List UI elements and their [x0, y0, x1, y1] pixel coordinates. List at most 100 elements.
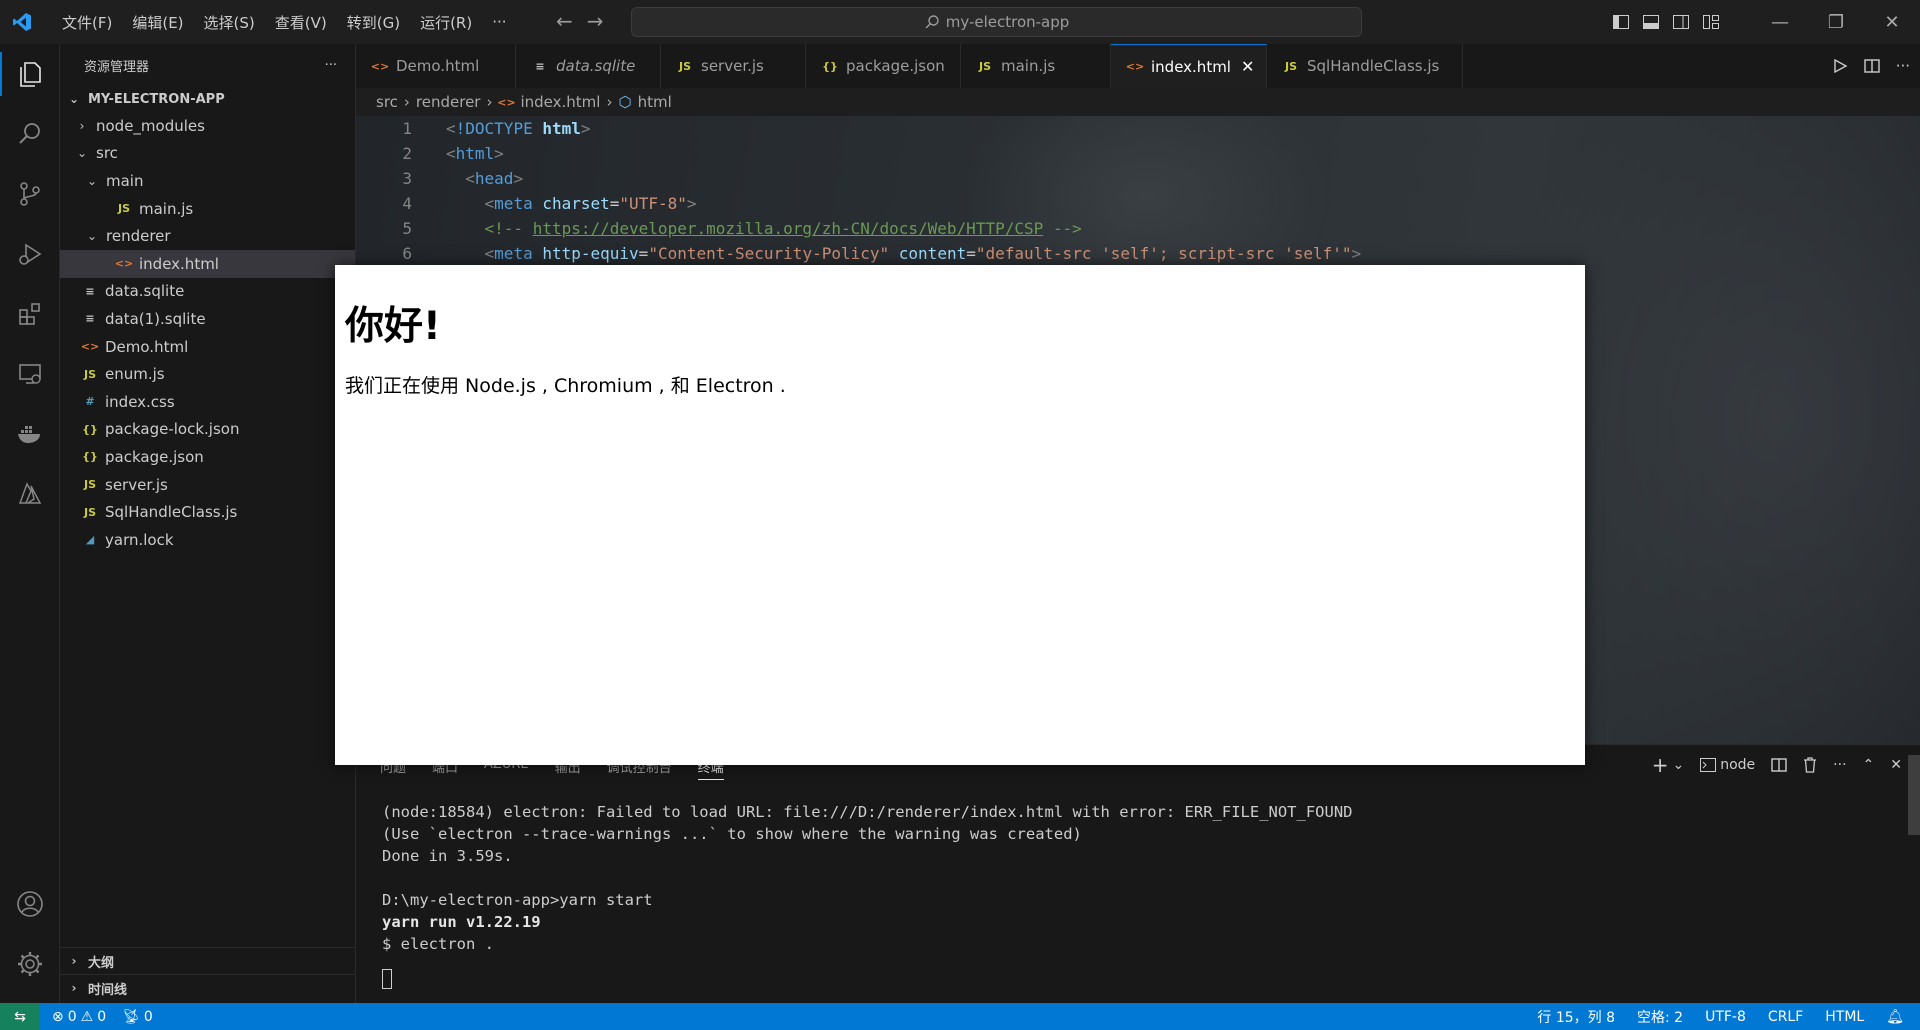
ports-indicator[interactable]: 📡︎ 0	[122, 1009, 153, 1025]
outline-section[interactable]: › 大纲	[60, 947, 356, 974]
tree-item-data1-sqlite[interactable]: ≡ data(1).sqlite	[60, 305, 355, 333]
chevron-down-icon[interactable]: ⌄	[1672, 757, 1684, 773]
error-count: 0	[67, 1008, 77, 1025]
tree-item-enum-js[interactable]: JS enum.js	[60, 360, 355, 388]
trash-icon[interactable]	[1803, 757, 1817, 773]
breadcrumb: src › renderer › <> index.html › ⬡ html	[356, 88, 1920, 116]
explorer-icon[interactable]	[0, 44, 60, 104]
tab-sqlhandleclass-js[interactable]: JS SqlHandleClass.js	[1267, 44, 1463, 88]
tab-server-js[interactable]: JS server.js	[661, 44, 806, 88]
more-actions-icon[interactable]: ···	[1833, 757, 1846, 773]
command-center-search[interactable]: my-electron-app	[631, 7, 1362, 37]
docker-icon[interactable]	[0, 404, 60, 464]
toggle-primary-sidebar-icon[interactable]	[1606, 0, 1636, 44]
explorer-more-button[interactable]: ···	[325, 58, 337, 73]
breadcrumb-html[interactable]: html	[638, 93, 672, 111]
outline-label: 大纲	[88, 955, 115, 971]
tab-data-sqlite[interactable]: ≡ data.sqlite	[516, 44, 661, 88]
end-of-line[interactable]: CRLF	[1768, 1009, 1803, 1025]
back-arrow-icon[interactable]: ←	[556, 9, 573, 33]
restore-icon[interactable]: ❐	[1808, 0, 1864, 44]
warning-icon: ⚠	[80, 1008, 94, 1025]
tree-item-index-html[interactable]: <> index.html	[60, 249, 355, 278]
run-debug-icon[interactable]	[0, 224, 60, 284]
yarn-file-icon: ◢	[85, 533, 95, 547]
split-terminal-icon[interactable]	[1771, 757, 1787, 773]
new-terminal-icon[interactable]: +	[1652, 753, 1669, 777]
indentation[interactable]: 空格: 2	[1637, 1007, 1683, 1027]
remote-indicator[interactable]: ⇆	[0, 1003, 40, 1030]
close-window-icon[interactable]: ✕	[1864, 0, 1920, 44]
css-file-icon: #	[85, 395, 95, 409]
tree-item-main-js[interactable]: JS main.js	[60, 195, 355, 223]
settings-gear-icon[interactable]	[0, 934, 60, 994]
menu-view[interactable]: 查看(V)	[265, 12, 337, 33]
breadcrumb-index-html[interactable]: index.html	[520, 93, 600, 111]
problems-indicator[interactable]: ⊗ 0 ⚠ 0	[52, 1009, 106, 1025]
close-panel-icon[interactable]: ✕	[1890, 757, 1902, 773]
tree-item-package-lock-json[interactable]: {} package-lock.json	[60, 416, 355, 444]
tree-item-data-sqlite[interactable]: ≡ data.sqlite	[60, 278, 355, 306]
tab-demo-html[interactable]: <> Demo.html	[356, 44, 516, 88]
terminal-selector[interactable]: node	[1700, 757, 1755, 773]
menu-more[interactable]: ···	[482, 13, 516, 31]
source-control-icon[interactable]	[0, 164, 60, 224]
notifications-bell-icon[interactable]: 🔔︎	[1886, 1009, 1904, 1025]
minimize-icon[interactable]: —	[1752, 0, 1808, 44]
code-editor[interactable]: 1 <!DOCTYPE html> 2 <html> 3 <head> 4 <met…	[356, 116, 1920, 266]
maximize-panel-icon[interactable]: ⌃	[1863, 757, 1875, 773]
tree-item-node-modules[interactable]: › node_modules	[60, 112, 355, 140]
tree-item-index-css[interactable]: # index.css	[60, 388, 355, 416]
toggle-secondary-sidebar-icon[interactable]	[1666, 0, 1696, 44]
tab-package-json[interactable]: {} package.json	[806, 44, 961, 88]
menu-bar: 文件(F) 编辑(E) 选择(S) 查看(V) 转到(G) 运行(R) ···	[52, 0, 517, 44]
search-icon[interactable]	[0, 104, 60, 164]
breadcrumb-renderer[interactable]: renderer	[416, 93, 481, 111]
tree-item-package-json[interactable]: {} package.json	[60, 443, 355, 471]
tree-item-src[interactable]: ⌄ src	[60, 140, 355, 168]
line-number: 1	[402, 119, 412, 138]
language-mode[interactable]: HTML	[1825, 1009, 1864, 1025]
code-token: meta	[494, 194, 533, 213]
remote-explorer-icon[interactable]	[0, 344, 60, 404]
tree-item-yarn-lock[interactable]: ◢ yarn.lock	[60, 526, 355, 554]
menu-edit[interactable]: 编辑(E)	[122, 12, 193, 33]
menu-go[interactable]: 转到(G)	[337, 12, 410, 33]
menu-selection[interactable]: 选择(S)	[194, 12, 265, 33]
workspace-root[interactable]: ⌄ MY-ELECTRON-APP	[60, 86, 355, 112]
warning-count: 0	[97, 1008, 107, 1025]
cursor-position[interactable]: 行 15，列 8	[1537, 1007, 1615, 1027]
run-icon[interactable]	[1832, 58, 1848, 74]
line-number: 5	[402, 219, 412, 238]
encoding[interactable]: UTF-8	[1705, 1009, 1746, 1025]
forward-arrow-icon[interactable]: →	[587, 9, 604, 33]
menu-run[interactable]: 运行(R)	[410, 12, 482, 33]
tree-item-renderer[interactable]: ⌄ renderer	[60, 222, 355, 250]
tree-label: package-lock.json	[105, 420, 240, 439]
customize-layout-icon[interactable]	[1696, 0, 1726, 44]
tree-item-main[interactable]: ⌄ main	[60, 167, 355, 195]
split-editor-icon[interactable]	[1863, 58, 1880, 74]
accounts-icon[interactable]	[0, 874, 60, 934]
code-token: charset	[542, 194, 610, 213]
tree-item-demo-html[interactable]: <> Demo.html	[60, 333, 355, 361]
more-actions-icon[interactable]: ···	[1896, 57, 1910, 75]
extensions-icon[interactable]	[0, 284, 60, 344]
terminal-scrollbar[interactable]	[1908, 755, 1920, 835]
code-line: 3 <head>	[356, 166, 1920, 191]
activity-bar	[0, 44, 60, 1003]
breadcrumb-src[interactable]: src	[376, 93, 398, 111]
close-icon[interactable]: ✕	[1241, 57, 1254, 76]
code-link[interactable]: https://developer.mozilla.org/zh-CN/docs…	[533, 219, 1044, 238]
app-heading: 你好!	[345, 304, 441, 349]
toggle-panel-icon[interactable]	[1636, 0, 1666, 44]
menu-file[interactable]: 文件(F)	[52, 12, 122, 33]
tree-item-server-js[interactable]: JS server.js	[60, 471, 355, 499]
timeline-section[interactable]: › 时间线	[60, 974, 356, 1001]
tree-item-sqlhandleclass-js[interactable]: JS SqlHandleClass.js	[60, 498, 355, 526]
tab-index-html[interactable]: <> index.html ✕	[1111, 44, 1267, 88]
azure-icon[interactable]	[0, 464, 60, 524]
terminal-output[interactable]: (node:18584) electron: Failed to load UR…	[382, 801, 1353, 989]
chevron-down-icon: ⌄	[76, 146, 88, 161]
tab-main-js[interactable]: JS main.js	[961, 44, 1111, 88]
